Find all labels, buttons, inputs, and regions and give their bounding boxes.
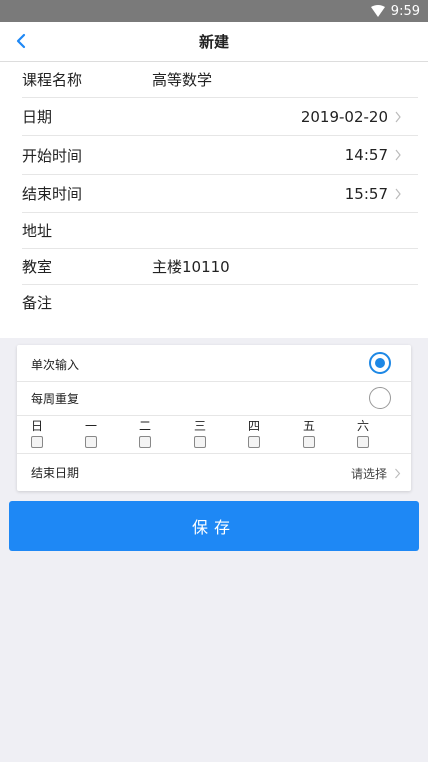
weekday-mon[interactable]: 一 [85,417,105,448]
weekday-label: 日 [31,419,44,433]
weekday-checkbox[interactable] [357,436,369,448]
weekday-label: 三 [194,419,207,433]
save-button[interactable]: 保存 [9,501,419,551]
notes-row[interactable]: 备注 [22,285,418,335]
weekday-wed[interactable]: 三 [194,417,214,448]
date-value: 2019-02-20 [300,107,388,126]
course-form: 课程名称 高等数学 日期 2019-02-20 开始时间 14:57 结束时间 … [0,62,428,338]
weekday-checkbox[interactable] [194,436,206,448]
course-name-field[interactable]: 高等数学 [152,69,212,90]
divider [17,453,411,454]
chevron-left-icon [16,33,26,49]
weekday-label: 二 [139,419,152,433]
end-date-row[interactable]: 结束日期 [31,457,397,487]
chevron-right-icon [395,468,401,479]
weekday-checkbox[interactable] [31,436,43,448]
date-label: 日期 [22,108,53,126]
end-time-label: 结束时间 [22,185,83,203]
address-label: 地址 [22,222,53,240]
weekday-label: 四 [248,419,261,433]
single-entry-label: 单次输入 [31,357,80,372]
single-entry-option[interactable]: 单次输入 [31,351,397,377]
divider [17,415,411,416]
end-time-row[interactable]: 结束时间 15:57 [22,175,418,213]
weekday-checkbox[interactable] [85,436,97,448]
nav-bar: 新建 [0,22,428,62]
back-button[interactable] [10,30,32,52]
address-row[interactable]: 地址 [22,213,418,249]
start-time-label: 开始时间 [22,146,83,165]
weekday-checkbox[interactable] [139,436,151,448]
chevron-right-icon [395,111,401,122]
chevron-right-icon [395,149,401,161]
date-row[interactable]: 日期 2019-02-20 [22,98,418,136]
classroom-field[interactable]: 主楼10110 [152,256,230,277]
weekday-sun[interactable]: 日 [31,417,51,448]
single-entry-radio[interactable] [369,352,391,374]
weekday-checkbox[interactable] [248,436,260,448]
weekly-repeat-label: 每周重复 [31,391,80,406]
weekly-repeat-radio[interactable] [369,387,391,409]
repeat-options-card: 单次输入 每周重复 日 一 二 三 四 五 六 结束日期 请选择 [17,345,411,491]
start-time-value: 14:57 [344,146,388,164]
wifi-icon [370,5,385,17]
course-name-label: 课程名称 [22,71,83,89]
status-time: 9:59 [390,3,420,19]
end-date-label: 结束日期 [31,465,80,480]
classroom-label: 教室 [22,258,53,276]
end-date-value[interactable]: 请选择 [351,465,387,482]
page-title: 新建 [198,33,229,51]
weekly-repeat-option[interactable]: 每周重复 [31,385,397,411]
status-bar: 9:59 [0,0,428,22]
start-time-row[interactable]: 开始时间 14:57 [22,136,418,175]
chevron-right-icon [395,188,401,199]
weekday-thu[interactable]: 四 [248,417,268,448]
course-name-row[interactable]: 课程名称 高等数学 [22,62,418,98]
weekday-sat[interactable]: 六 [357,417,377,448]
weekday-label: 一 [85,419,98,433]
weekday-selector: 日 一 二 三 四 五 六 [31,417,401,453]
weekday-label: 六 [357,419,370,433]
notes-label: 备注 [22,294,53,312]
divider [17,381,411,382]
classroom-row[interactable]: 教室 主楼10110 [22,249,418,285]
weekday-label: 五 [303,419,316,433]
weekday-fri[interactable]: 五 [303,417,323,448]
weekday-tue[interactable]: 二 [139,417,159,448]
end-time-value: 15:57 [344,184,388,203]
weekday-checkbox[interactable] [303,436,315,448]
